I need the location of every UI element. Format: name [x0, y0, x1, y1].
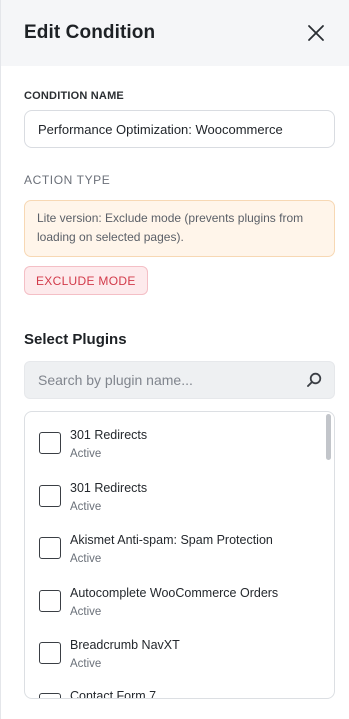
plugin-list[interactable]: 301 Redirects Active 301 Redirects Activ… — [24, 411, 335, 699]
plugin-name: Breadcrumb NavXT — [70, 638, 180, 652]
exclude-mode-badge: EXCLUDE MODE — [24, 266, 148, 295]
plugin-name: 301 Redirects — [70, 481, 148, 495]
close-icon — [308, 25, 324, 41]
edit-condition-panel: Edit Condition CONDITION NAME ACTION TYP… — [0, 0, 349, 719]
plugin-checkbox[interactable] — [39, 642, 61, 664]
plugin-checkbox[interactable] — [39, 485, 61, 507]
plugin-checkbox[interactable] — [39, 537, 61, 559]
plugin-status: Active — [70, 448, 102, 460]
action-type-label: ACTION TYPE — [24, 173, 111, 187]
plugin-item[interactable]: 301 Redirects Active — [39, 481, 147, 514]
plugin-item[interactable]: Akismet Anti-spam: Spam Protection Activ… — [39, 533, 273, 566]
plugin-name: Autocomplete WooCommerce Orders — [70, 586, 279, 600]
plugin-checkbox[interactable] — [39, 590, 61, 612]
plugin-status: Active — [70, 501, 102, 513]
plugin-name: Akismet Anti-spam: Spam Protection — [70, 533, 273, 547]
select-plugins-heading: Select Plugins — [24, 331, 127, 348]
panel-body: CONDITION NAME ACTION TYPE Lite version:… — [1, 90, 349, 699]
plugin-item[interactable]: Breadcrumb NavXT Active — [39, 638, 180, 671]
plugin-item[interactable]: Contact Form 7 — [39, 689, 157, 699]
plugin-status: Active — [70, 658, 102, 670]
close-button[interactable] — [305, 22, 327, 44]
plugin-status: Active — [70, 606, 102, 618]
condition-name-input[interactable] — [24, 110, 335, 148]
plugin-status: Active — [70, 553, 102, 565]
search-icon[interactable] — [305, 371, 323, 389]
plugin-name: 301 Redirects — [70, 428, 148, 442]
plugin-checkbox[interactable] — [39, 432, 61, 454]
plugin-item[interactable]: 301 Redirects Active — [39, 428, 147, 461]
plugin-search-box — [24, 361, 335, 399]
panel-title: Edit Condition — [24, 22, 156, 43]
plugin-checkbox[interactable] — [39, 693, 61, 698]
condition-name-label: CONDITION NAME — [24, 90, 124, 102]
lite-version-notice: Lite version: Exclude mode (prevents plu… — [24, 200, 335, 257]
plugin-item[interactable]: Autocomplete WooCommerce Orders Active — [39, 586, 278, 619]
scrollbar-thumb[interactable] — [326, 414, 331, 460]
plugin-search-input[interactable] — [36, 371, 305, 389]
panel-header: Edit Condition — [1, 0, 349, 66]
plugin-name: Contact Form 7 — [70, 689, 157, 699]
